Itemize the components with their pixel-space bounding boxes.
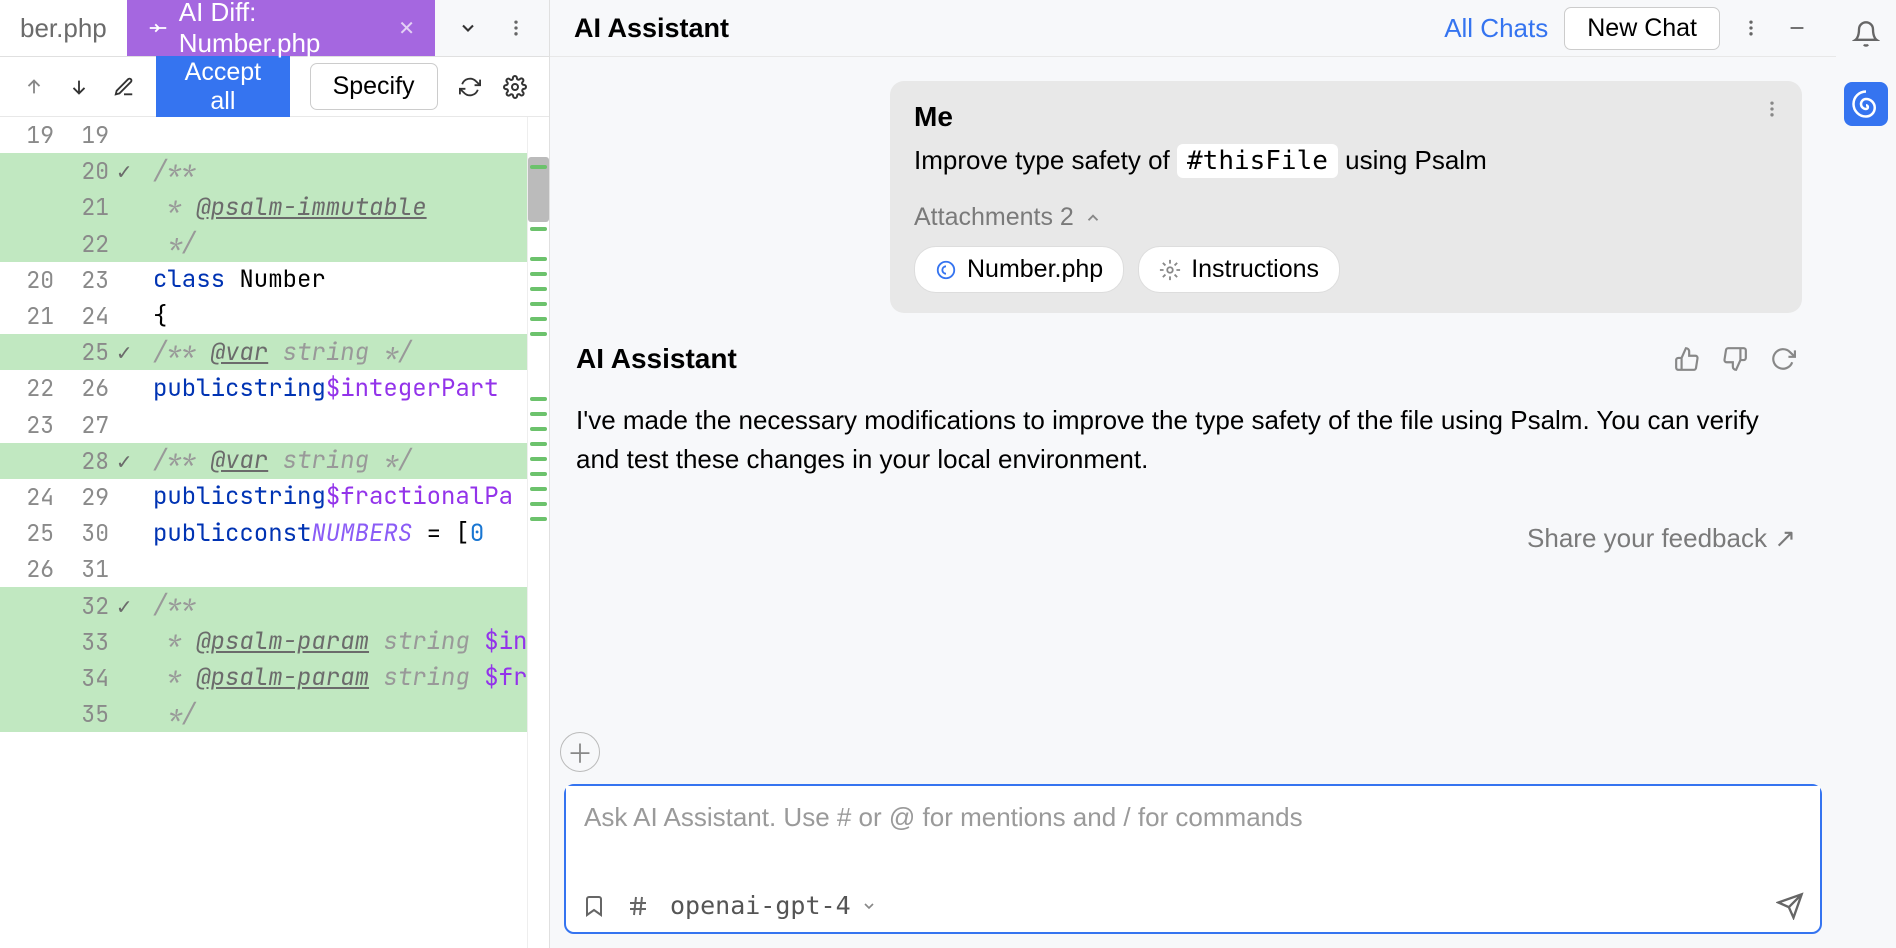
edit-icon[interactable] bbox=[111, 72, 136, 102]
code-line: { bbox=[147, 298, 527, 334]
gear-icon[interactable] bbox=[502, 72, 527, 102]
gutter-row: 2530 bbox=[0, 515, 147, 551]
hash-icon[interactable] bbox=[626, 894, 650, 918]
minimize-icon[interactable] bbox=[1782, 13, 1812, 43]
gutter-row: 25✓ bbox=[0, 334, 147, 370]
code-content[interactable]: /** * @psalm-immutable */ class Number {… bbox=[147, 117, 527, 948]
chevron-down-icon[interactable] bbox=[453, 13, 483, 43]
gutter-row: 1919 bbox=[0, 117, 147, 153]
close-icon[interactable]: ✕ bbox=[398, 16, 415, 41]
diff-toolbar: Accept all Specify bbox=[0, 57, 549, 117]
arrow-down-icon[interactable] bbox=[67, 72, 92, 102]
code-line: /** bbox=[147, 153, 527, 189]
input-footer: openai-gpt-4 bbox=[566, 885, 1820, 932]
gutter-row: 35 bbox=[0, 696, 147, 732]
attachment-pill[interactable]: Instructions bbox=[1138, 246, 1340, 293]
code-line: * @psalm-param string $fr bbox=[147, 660, 527, 696]
ai-panel: AI Assistant All Chats New Chat Me Impro… bbox=[550, 0, 1836, 948]
ai-author: AI Assistant bbox=[576, 343, 1674, 375]
code-line: class Number bbox=[147, 262, 527, 298]
tab-ai-diff[interactable]: AI Diff: Number.php ✕ bbox=[127, 0, 435, 56]
code-line: */ bbox=[147, 696, 527, 732]
code-line bbox=[147, 551, 527, 587]
ai-spiral-icon[interactable] bbox=[1844, 82, 1888, 126]
file-icon bbox=[935, 259, 957, 281]
more-icon[interactable] bbox=[1736, 13, 1766, 43]
tabs-extras bbox=[435, 0, 549, 56]
code-line bbox=[147, 407, 527, 443]
code-line: public string $fractionalPa bbox=[147, 479, 527, 515]
attachment-pill[interactable]: Number.php bbox=[914, 246, 1124, 293]
right-sidebar bbox=[1836, 0, 1896, 948]
feedback-row: Share your feedback ↗ bbox=[570, 493, 1802, 574]
code-line: /** bbox=[147, 587, 527, 623]
gutter: 1919 20✓ 21 22 2023 2124 25✓ 2226 2327 2… bbox=[0, 117, 147, 948]
code-line: */ bbox=[147, 226, 527, 262]
gutter-row: 33 bbox=[0, 624, 147, 660]
code-line: /** @var string */ bbox=[147, 443, 527, 479]
tab-prev-file[interactable]: ber.php bbox=[0, 0, 127, 56]
tabs-bar: ber.php AI Diff: Number.php ✕ bbox=[0, 0, 549, 57]
message-more-icon[interactable] bbox=[1762, 99, 1782, 119]
message-text: Improve type safety of #thisFile using P… bbox=[914, 141, 1778, 181]
attachments-list: Number.php Instructions bbox=[914, 246, 1778, 293]
ai-header: AI Assistant All Chats New Chat bbox=[550, 0, 1836, 57]
bell-icon[interactable] bbox=[1844, 12, 1888, 56]
mention-pill: #thisFile bbox=[1177, 144, 1338, 178]
new-chat-button[interactable]: New Chat bbox=[1564, 7, 1720, 50]
tab-label: ber.php bbox=[20, 13, 107, 44]
code-area[interactable]: 1919 20✓ 21 22 2023 2124 25✓ 2226 2327 2… bbox=[0, 117, 549, 948]
tab-label: AI Diff: Number.php bbox=[179, 0, 388, 59]
code-line: * @psalm-param string $in bbox=[147, 624, 527, 660]
chat-body: Me Improve type safety of #thisFile usin… bbox=[550, 57, 1836, 728]
arrow-up-icon[interactable] bbox=[22, 72, 47, 102]
gutter-row: 22 bbox=[0, 226, 147, 262]
gutter-row: 28✓ bbox=[0, 443, 147, 479]
refresh-icon[interactable] bbox=[458, 72, 483, 102]
gutter-row: 2124 bbox=[0, 298, 147, 334]
all-chats-link[interactable]: All Chats bbox=[1444, 13, 1548, 44]
gutter-row: 2226 bbox=[0, 370, 147, 406]
thumbs-up-icon[interactable] bbox=[1674, 346, 1700, 372]
ai-message-header: AI Assistant bbox=[570, 343, 1802, 387]
ai-message-text: I've made the necessary modifications to… bbox=[570, 387, 1802, 493]
user-message: Me Improve type safety of #thisFile usin… bbox=[890, 81, 1802, 313]
ai-input-wrap: openai-gpt-4 bbox=[564, 784, 1822, 934]
specify-button[interactable]: Specify bbox=[310, 63, 438, 110]
refresh-icon[interactable] bbox=[1770, 346, 1796, 372]
gutter-row: 32✓ bbox=[0, 587, 147, 623]
attachments-toggle[interactable]: Attachments 2 bbox=[914, 203, 1778, 232]
model-selector[interactable]: openai-gpt-4 bbox=[670, 891, 877, 920]
more-icon[interactable] bbox=[501, 13, 531, 43]
bookmark-icon[interactable] bbox=[582, 894, 606, 918]
code-line: * @psalm-immutable bbox=[147, 189, 527, 225]
message-author: Me bbox=[914, 101, 1778, 133]
code-line: /** @var string */ bbox=[147, 334, 527, 370]
code-line: public string $integerPart bbox=[147, 370, 527, 406]
gutter-row: 20✓ bbox=[0, 153, 147, 189]
prompt-input[interactable] bbox=[566, 786, 1820, 880]
code-line: public const NUMBERS = [0 bbox=[147, 515, 527, 551]
feedback-link[interactable]: Share your feedback ↗ bbox=[1527, 523, 1796, 553]
gutter-row: 2023 bbox=[0, 262, 147, 298]
send-icon[interactable] bbox=[1776, 892, 1804, 920]
thumbs-down-icon[interactable] bbox=[1722, 346, 1748, 372]
ai-message-actions bbox=[1674, 346, 1796, 372]
gutter-row: 34 bbox=[0, 660, 147, 696]
add-button[interactable]: ＋ bbox=[560, 732, 600, 772]
ai-title: AI Assistant bbox=[574, 13, 1428, 44]
gear-icon bbox=[1159, 259, 1181, 281]
scrollbar-marks[interactable] bbox=[527, 117, 549, 948]
accept-all-button[interactable]: Accept all bbox=[156, 49, 289, 125]
gutter-row: 2429 bbox=[0, 479, 147, 515]
gutter-row: 2631 bbox=[0, 551, 147, 587]
diff-icon bbox=[147, 17, 169, 39]
gutter-row: 21 bbox=[0, 189, 147, 225]
gutter-row: 2327 bbox=[0, 407, 147, 443]
editor-panel: ber.php AI Diff: Number.php ✕ Ac bbox=[0, 0, 550, 948]
code-line bbox=[147, 117, 527, 153]
